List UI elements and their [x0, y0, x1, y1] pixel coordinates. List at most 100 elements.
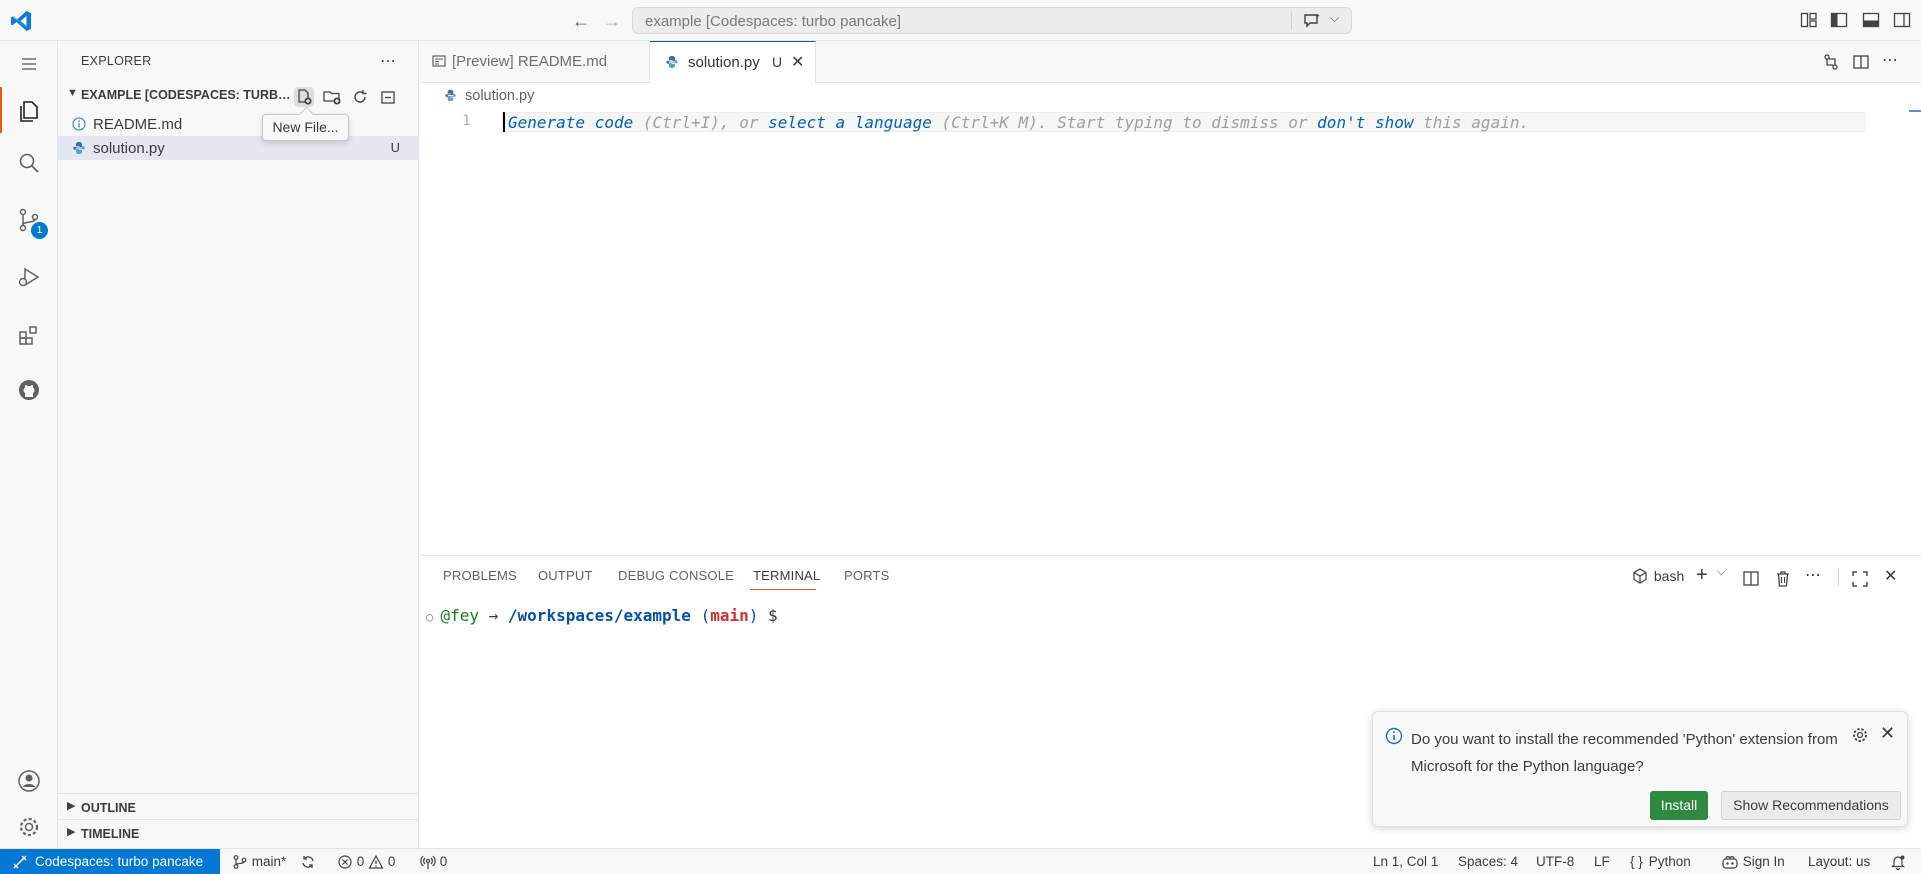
- branch-status[interactable]: main*: [232, 854, 286, 870]
- breadcrumb-file[interactable]: solution.py: [465, 88, 534, 104]
- install-button[interactable]: Install: [1650, 791, 1708, 820]
- tab-solution-py[interactable]: solution.py U ✕: [650, 41, 816, 83]
- indentation-status[interactable]: Spaces: 4: [1458, 854, 1518, 869]
- new-file-tooltip: New File...: [262, 114, 349, 141]
- gear-icon[interactable]: [1851, 726, 1869, 744]
- gear-icon: [19, 817, 39, 837]
- explorer-button[interactable]: [0, 87, 58, 133]
- dont-show-link[interactable]: don't show: [1317, 113, 1413, 132]
- broadcast-icon: [420, 856, 436, 870]
- menu-button[interactable]: [0, 41, 58, 87]
- split-editor-icon[interactable]: [1852, 53, 1870, 71]
- open-changes-icon[interactable]: [1822, 53, 1840, 71]
- tab-debug-console[interactable]: DEBUG CONSOLE: [618, 568, 734, 583]
- hint-text: (Ctrl+K M). Start typing to dismiss or: [931, 113, 1318, 132]
- tab-label: solution.py: [688, 54, 760, 71]
- more-actions-icon[interactable]: ⋯: [1805, 565, 1821, 585]
- notification-message: Do you want to install the recommended '…: [1411, 731, 1838, 775]
- error-icon: [338, 855, 352, 870]
- select-language-link[interactable]: select a language: [768, 113, 932, 132]
- editor-hint: Generate code (Ctrl+I), or select a lang…: [508, 113, 1529, 132]
- command-center-search[interactable]: example [Codespaces: turbo pancake] ⌵: [632, 7, 1352, 34]
- keyboard-layout[interactable]: Layout: us: [1808, 854, 1870, 869]
- toggle-panel-icon[interactable]: [1862, 11, 1880, 29]
- code-editor[interactable]: 1 Generate code (Ctrl+I), or select a la…: [420, 110, 1921, 555]
- eol-status[interactable]: LF: [1594, 854, 1610, 869]
- tab-readme-preview[interactable]: [Preview] README.md: [420, 41, 650, 83]
- tab-output[interactable]: OUTPUT: [538, 568, 593, 583]
- customize-layout-icon[interactable]: [1800, 11, 1818, 29]
- sync-button[interactable]: [300, 854, 316, 870]
- extensions-button[interactable]: [0, 311, 58, 357]
- close-panel-icon[interactable]: ✕: [1884, 566, 1897, 586]
- notifications-button[interactable]: [1890, 854, 1906, 871]
- sidebar-title: EXPLORER: [81, 54, 152, 68]
- workspace-folder-header[interactable]: ▼ EXAMPLE [CODESPACES: TURBO PANCAKE]: [58, 85, 419, 107]
- editor-tabs-bar: [Preview] README.md solution.py U ✕ ⋯: [420, 41, 1921, 83]
- terminal-shell-selector[interactable]: bash: [1633, 568, 1684, 588]
- source-control-button[interactable]: 1: [0, 196, 58, 242]
- trash-icon[interactable]: [1774, 569, 1792, 589]
- problems-status[interactable]: 0 0: [337, 854, 395, 870]
- title-bar: ← → example [Codespaces: turbo pancake] …: [0, 0, 1921, 41]
- close-icon[interactable]: ✕: [1880, 723, 1895, 744]
- vscode-logo-icon[interactable]: [9, 9, 33, 33]
- chevron-down-icon[interactable]: ⌵: [1717, 566, 1725, 586]
- remote-indicator[interactable]: Codespaces: turbo pancake: [0, 849, 220, 874]
- outline-section[interactable]: ▶ OUTLINE: [58, 793, 419, 819]
- encoding-status[interactable]: UTF-8: [1536, 854, 1574, 869]
- activity-bar: 1: [0, 41, 58, 848]
- toggle-secondary-sidebar-icon[interactable]: [1893, 11, 1911, 29]
- collapse-all-icon: [381, 91, 395, 104]
- accounts-button[interactable]: [0, 757, 58, 803]
- close-icon[interactable]: ✕: [791, 52, 804, 72]
- copilot-icon: [1722, 856, 1738, 870]
- back-arrow-icon[interactable]: ←: [570, 10, 592, 32]
- more-actions-icon[interactable]: ⋯: [380, 51, 396, 71]
- command-center-chevron-icon[interactable]: ⌵: [1330, 11, 1339, 26]
- collapse-all-button[interactable]: [378, 87, 398, 107]
- shell-name: bash: [1653, 568, 1685, 584]
- chevron-right-icon: ▶: [67, 826, 76, 838]
- language-mode[interactable]: { } Python: [1630, 854, 1691, 869]
- file-item-readme[interactable]: README.md: [58, 112, 419, 136]
- breadcrumb[interactable]: solution.py: [420, 83, 1921, 110]
- manage-button[interactable]: [0, 803, 58, 849]
- refresh-button[interactable]: [350, 87, 370, 107]
- new-folder-icon: [323, 91, 341, 105]
- cursor-position[interactable]: Ln 1, Col 1: [1373, 854, 1438, 869]
- section-label: OUTLINE: [81, 801, 136, 815]
- copilot-sign-in[interactable]: Sign In: [1721, 854, 1785, 870]
- terminal-prompt[interactable]: ○ @fey → /workspaces/example (main) $: [426, 606, 778, 625]
- terminal-branch: main: [710, 606, 749, 625]
- untracked-indicator: U: [772, 54, 783, 70]
- more-actions-icon[interactable]: ⋯: [1882, 50, 1900, 69]
- tab-ports[interactable]: PORTS: [844, 568, 890, 583]
- github-icon: [19, 380, 39, 400]
- copilot-chat-icon[interactable]: [1302, 11, 1322, 31]
- tab-problems[interactable]: PROBLEMS: [443, 568, 517, 583]
- sign-in-label: Sign In: [1742, 854, 1785, 869]
- text-cursor: [503, 112, 505, 132]
- github-button[interactable]: [0, 366, 58, 412]
- search-button[interactable]: [0, 139, 58, 185]
- hint-text: this again.: [1413, 113, 1530, 132]
- maximize-panel-icon[interactable]: [1851, 569, 1869, 589]
- new-file-button[interactable]: [294, 87, 314, 107]
- new-terminal-icon[interactable]: +: [1696, 564, 1708, 586]
- generate-code-link[interactable]: Generate code: [508, 113, 633, 132]
- workspace-folder-name: EXAMPLE [CODESPACES: TURBO PANCAKE]: [81, 88, 294, 102]
- run-debug-button[interactable]: [0, 253, 58, 299]
- ports-status[interactable]: 0: [420, 854, 447, 870]
- file-item-solution[interactable]: solution.py U: [58, 136, 419, 160]
- show-recommendations-button[interactable]: Show Recommendations: [1721, 791, 1901, 820]
- account-icon: [18, 770, 40, 792]
- hamburger-menu-icon: [22, 58, 36, 70]
- new-folder-button[interactable]: [322, 87, 342, 107]
- tab-terminal[interactable]: TERMINAL: [753, 568, 820, 583]
- timeline-section[interactable]: ▶ TIMELINE: [58, 819, 419, 845]
- forward-arrow-icon[interactable]: →: [601, 10, 623, 32]
- preview-icon: [432, 55, 446, 67]
- split-terminal-icon[interactable]: [1742, 569, 1760, 589]
- toggle-primary-sidebar-icon[interactable]: [1830, 11, 1848, 29]
